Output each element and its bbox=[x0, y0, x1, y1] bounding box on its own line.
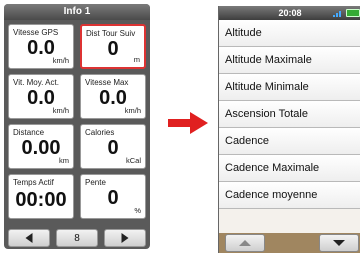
field-list-screen: 20:08 Altitude Altitude Maximale Altitud… bbox=[218, 6, 360, 253]
tile-label: Vitesse GPS bbox=[13, 28, 59, 37]
page-number: 8 bbox=[74, 233, 80, 244]
list-navigation bbox=[219, 233, 360, 253]
tile-label: Vitesse Max bbox=[85, 78, 129, 87]
tile-label: Temps Actif bbox=[13, 178, 54, 187]
battery-icon bbox=[346, 9, 360, 17]
tile-unit: % bbox=[134, 206, 141, 215]
triangle-down-icon bbox=[333, 240, 345, 246]
tile-vit-moy-act[interactable]: Vit. Moy. Act. 0.0 km/h bbox=[8, 74, 74, 119]
scroll-up-button[interactable] bbox=[225, 234, 265, 252]
page-title: Info 1 bbox=[4, 4, 150, 20]
tile-temps-actif[interactable]: Temps Actif 00:00 bbox=[8, 174, 74, 219]
tile-label: Calories bbox=[85, 128, 115, 137]
page-navigation: 8 bbox=[8, 229, 146, 247]
triangle-up-icon bbox=[239, 240, 251, 246]
info-screen: Info 1 Vitesse GPS 0.0 km/h Dist Tour Su… bbox=[4, 4, 150, 249]
right-arrow-icon bbox=[168, 112, 208, 134]
tile-calories[interactable]: Calories 0 kCal bbox=[80, 124, 146, 169]
tile-unit: kCal bbox=[125, 156, 141, 165]
triangle-right-icon bbox=[121, 233, 129, 243]
tile-dist-tour-suiv[interactable]: Dist Tour Suiv 0 m bbox=[80, 24, 146, 69]
signal-bars-icon bbox=[333, 11, 341, 17]
list-item-cadence-moyenne[interactable]: Cadence moyenne bbox=[219, 182, 360, 209]
tile-vitesse-max[interactable]: Vitesse Max 0.0 km/h bbox=[80, 74, 146, 119]
scroll-down-button[interactable] bbox=[319, 234, 359, 252]
list-item-altitude[interactable]: Altitude bbox=[219, 20, 360, 47]
list-item-cadence-maximale[interactable]: Cadence Maximale bbox=[219, 155, 360, 182]
status-bar: 20:08 bbox=[219, 6, 360, 20]
tile-label: Dist Tour Suiv bbox=[86, 29, 136, 38]
tile-unit: km/h bbox=[52, 56, 69, 65]
tile-label: Vit. Moy. Act. bbox=[13, 78, 59, 87]
tile-value: 00:00 bbox=[15, 189, 67, 211]
tile-label: Pente bbox=[85, 178, 106, 187]
tile-unit: km/h bbox=[52, 106, 69, 115]
list-item-cadence[interactable]: Cadence bbox=[219, 128, 360, 155]
tile-pente[interactable]: Pente 0 % bbox=[80, 174, 146, 219]
tile-label: Distance bbox=[13, 128, 45, 137]
tile-unit: km/h bbox=[124, 106, 141, 115]
clock-time: 20:08 bbox=[278, 8, 302, 18]
triangle-left-icon bbox=[25, 233, 33, 243]
tile-distance[interactable]: Distance 0.00 km bbox=[8, 124, 74, 169]
list-item-altitude-minimale[interactable]: Altitude Minimale bbox=[219, 74, 360, 101]
previous-page-button[interactable] bbox=[8, 229, 50, 247]
list-item-altitude-maximale[interactable]: Altitude Maximale bbox=[219, 47, 360, 74]
tile-unit: m bbox=[133, 55, 140, 64]
page-number-button[interactable]: 8 bbox=[56, 229, 98, 247]
next-page-button[interactable] bbox=[104, 229, 146, 247]
tile-unit: km bbox=[59, 156, 69, 165]
tile-vitesse-gps[interactable]: Vitesse GPS 0.0 km/h bbox=[8, 24, 74, 69]
list-item-ascension-totale[interactable]: Ascension Totale bbox=[219, 101, 360, 128]
field-list: Altitude Altitude Maximale Altitude Mini… bbox=[219, 20, 360, 209]
